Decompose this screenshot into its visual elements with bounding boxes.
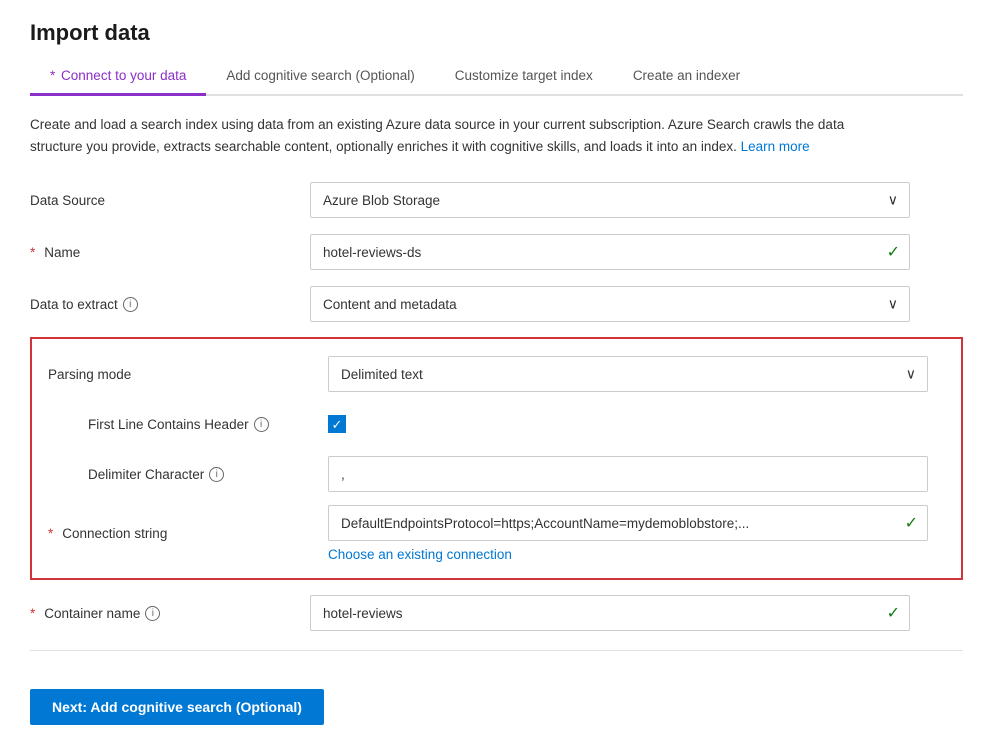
container-input-wrapper: ✓ [310, 595, 910, 631]
data-source-row: Data Source Azure Blob Storage Azure SQL… [30, 181, 963, 219]
form-section: Data Source Azure Blob Storage Azure SQL… [30, 181, 963, 632]
parsing-section: Parsing mode Default Delimited text JSON… [30, 337, 963, 580]
next-button[interactable]: Next: Add cognitive search (Optional) [30, 689, 324, 725]
name-wrapper: ✓ [310, 234, 910, 270]
data-extract-row: Data to extract i Content and metadata S… [30, 285, 963, 323]
page-description: Create and load a search index using dat… [30, 114, 900, 157]
name-label: * Name [30, 245, 310, 260]
tab-cognitive-label: Add cognitive search (Optional) [226, 68, 414, 83]
tab-customize[interactable]: Customize target index [435, 58, 613, 96]
first-line-checkbox-wrapper: ✓ [328, 415, 928, 433]
connection-valid-icon: ✓ [905, 513, 918, 533]
parsing-mode-select-wrapper: Default Delimited text JSON JSON array J… [328, 356, 928, 392]
description-text: Create and load a search index using dat… [30, 117, 844, 154]
connection-string-wrapper: ✓ Choose an existing connection [328, 505, 928, 562]
tab-connect[interactable]: * Connect to your data [30, 58, 206, 96]
first-line-checkbox[interactable]: ✓ [328, 415, 346, 433]
data-extract-select-wrapper: Content and metadata Storage metadata Al… [310, 286, 910, 322]
first-line-header-wrapper: ✓ [328, 415, 928, 433]
connection-string-row: * Connection string ✓ Choose an existing… [48, 505, 945, 562]
container-required-star: * [30, 606, 35, 621]
page-title: Import data [30, 20, 963, 46]
tab-cognitive[interactable]: Add cognitive search (Optional) [206, 58, 434, 96]
delimiter-char-row: Delimiter Character i [48, 455, 945, 493]
container-name-wrapper: ✓ [310, 595, 910, 631]
delimiter-char-label: Delimiter Character i [88, 467, 328, 482]
learn-more-link[interactable]: Learn more [741, 139, 810, 154]
delimiter-info-icon[interactable]: i [209, 467, 224, 482]
name-valid-icon: ✓ [887, 242, 900, 262]
connection-required-star: * [48, 526, 53, 541]
connection-string-label: * Connection string [48, 526, 328, 541]
first-line-header-label: First Line Contains Header i [88, 417, 328, 432]
tab-customize-label: Customize target index [455, 68, 593, 83]
data-source-select-wrapper: Azure Blob Storage Azure SQL Cosmos DB A… [310, 182, 910, 218]
tab-indexer[interactable]: Create an indexer [613, 58, 760, 96]
tab-indexer-label: Create an indexer [633, 68, 740, 83]
tab-bar: * Connect to your data Add cognitive sea… [30, 58, 963, 96]
parsing-mode-label: Parsing mode [48, 367, 328, 382]
first-line-info-icon[interactable]: i [254, 417, 269, 432]
data-extract-wrapper: Content and metadata Storage metadata Al… [310, 286, 910, 322]
name-input-wrapper: ✓ [310, 234, 910, 270]
parsing-mode-wrapper: Default Delimited text JSON JSON array J… [328, 356, 928, 392]
checkbox-checkmark: ✓ [332, 418, 343, 431]
data-source-select[interactable]: Azure Blob Storage Azure SQL Cosmos DB A… [310, 182, 910, 218]
data-extract-label: Data to extract i [30, 297, 310, 312]
data-extract-info-icon[interactable]: i [123, 297, 138, 312]
connection-input-wrapper: ✓ [328, 505, 928, 541]
name-row: * Name ✓ [30, 233, 963, 271]
data-extract-select[interactable]: Content and metadata Storage metadata Al… [310, 286, 910, 322]
container-name-label: * Container name i [30, 606, 310, 621]
data-source-label: Data Source [30, 193, 310, 208]
first-line-header-row: First Line Contains Header i ✓ [48, 405, 945, 443]
parsing-mode-select[interactable]: Default Delimited text JSON JSON array J… [328, 356, 928, 392]
tab-connect-label: Connect to your data [61, 68, 186, 83]
parsing-mode-row: Parsing mode Default Delimited text JSON… [48, 355, 945, 393]
name-required-star: * [30, 245, 35, 260]
container-name-input[interactable] [310, 595, 910, 631]
container-name-row: * Container name i ✓ [30, 594, 963, 632]
delimiter-char-wrapper [328, 456, 928, 492]
data-source-wrapper: Azure Blob Storage Azure SQL Cosmos DB A… [310, 182, 910, 218]
connection-string-input[interactable] [328, 505, 928, 541]
tab-asterisk: * [50, 68, 55, 83]
container-info-icon[interactable]: i [145, 606, 160, 621]
bottom-divider [30, 650, 963, 651]
container-valid-icon: ✓ [887, 603, 900, 623]
delimiter-char-input[interactable] [328, 456, 928, 492]
choose-connection-link[interactable]: Choose an existing connection [328, 547, 928, 562]
name-input[interactable] [310, 234, 910, 270]
